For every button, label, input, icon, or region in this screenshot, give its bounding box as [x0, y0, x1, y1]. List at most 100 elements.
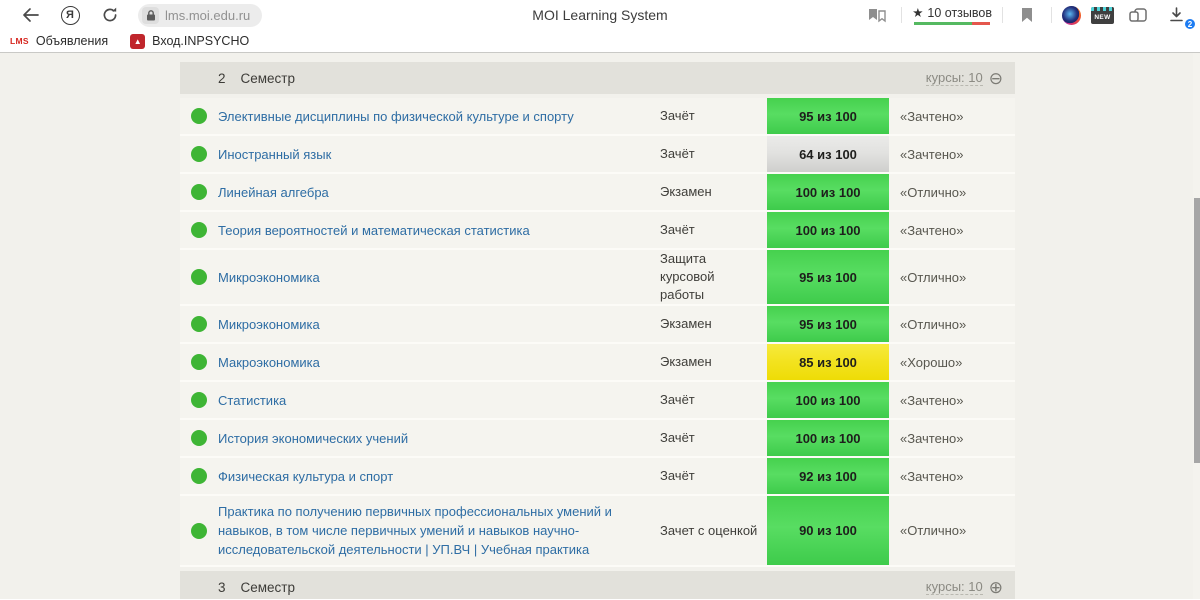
status-dot-icon: [191, 108, 207, 124]
course-link[interactable]: Физическая культура и спорт: [218, 469, 393, 484]
yandex-logo-icon: Я: [60, 5, 80, 25]
lms-favicon: LMS: [10, 36, 29, 46]
status-dot-icon: [191, 184, 207, 200]
divider: [901, 7, 903, 23]
extension-new-icon[interactable]: NEW: [1091, 6, 1114, 24]
grade-text: «Зачтено»: [900, 430, 964, 446]
divider: [1002, 7, 1003, 23]
yandex-home-button[interactable]: Я: [56, 3, 84, 27]
collections-flags-icon: [869, 9, 886, 23]
score-badge: 100 из 100: [767, 212, 889, 248]
bookmark-button[interactable]: [1013, 3, 1041, 27]
semester-2-header: 2 Семестр курсы: 10 ⊖: [180, 62, 1015, 94]
grade-text: «Зачтено»: [900, 468, 964, 484]
assessment-type: Экзамен: [660, 316, 712, 331]
assessment-type: Зачёт: [660, 146, 695, 161]
status-cell: [180, 522, 218, 539]
assessment-type: Зачёт: [660, 222, 695, 237]
extension-browser-icon[interactable]: [1062, 5, 1081, 25]
course-link[interactable]: Практика по получению первичных професси…: [218, 504, 612, 557]
assessment-type: Экзамен: [660, 184, 712, 199]
rating-bar: [914, 22, 991, 25]
status-dot-icon: [191, 316, 207, 332]
score-badge: 100 из 100: [767, 420, 889, 456]
bookmark-item-announcements[interactable]: LMS Объявления: [10, 34, 108, 48]
status-cell: [180, 316, 218, 332]
status-dot-icon: [191, 354, 207, 370]
tab-groups-button[interactable]: [1124, 3, 1152, 27]
table-row: Статистика Зачёт 100 из 100 «Зачтено»: [180, 382, 1015, 420]
status-cell: [180, 146, 218, 162]
score-badge: 64 из 100: [767, 136, 889, 172]
back-button[interactable]: [16, 3, 44, 27]
star-icon: ★: [912, 6, 924, 20]
status-cell: [180, 354, 218, 370]
grade-text: «Отлично»: [900, 184, 967, 200]
score-badge: 90 из 100: [767, 496, 889, 565]
browser-toolbar: Я lms.moi.edu.ru MOI Learning System ★ 1…: [0, 0, 1200, 30]
course-link[interactable]: Микроэкономика: [218, 270, 320, 285]
refresh-button[interactable]: [96, 3, 124, 27]
status-dot-icon: [191, 522, 207, 539]
course-link[interactable]: Микроэкономика: [218, 317, 320, 332]
scrollbar-track[interactable]: [1193, 53, 1200, 599]
download-count-badge: 2: [1184, 18, 1196, 30]
status-cell: [180, 108, 218, 124]
score-badge: 100 из 100: [767, 382, 889, 418]
refresh-icon: [103, 7, 117, 22]
status-cell: [180, 430, 218, 446]
downloads-button[interactable]: 2: [1162, 3, 1196, 30]
bookmark-icon: [1022, 8, 1032, 22]
bookmarks-bar: LMS Объявления ▲ Вход.INPSYCHO: [0, 30, 1200, 53]
assessment-type: Зачёт: [660, 108, 695, 123]
course-link[interactable]: История экономических учений: [218, 431, 408, 446]
course-link[interactable]: Статистика: [218, 393, 286, 408]
course-link[interactable]: Иностранный язык: [218, 147, 331, 162]
status-cell: [180, 392, 218, 408]
collapse-icon[interactable]: ⊖: [989, 70, 1003, 87]
grade-text: «Отлично»: [900, 316, 967, 332]
table-row: Микроэкономика Защита курсовой работы 95…: [180, 250, 1015, 306]
table-row: История экономических учений Зачёт 100 и…: [180, 420, 1015, 458]
collections-button[interactable]: [863, 3, 891, 27]
download-icon: [1169, 7, 1183, 22]
table-row: Линейная алгебра Экзамен 100 из 100 «Отл…: [180, 174, 1015, 212]
courses-count-link[interactable]: курсы: 10: [925, 70, 983, 86]
lock-icon[interactable]: [142, 6, 159, 24]
score-badge: 95 из 100: [767, 98, 889, 134]
reviews-count-label: 10 отзывов: [927, 5, 992, 20]
assessment-type: Защита курсовой работы: [660, 251, 715, 302]
grade-text: «Зачтено»: [900, 222, 964, 238]
course-link[interactable]: Линейная алгебра: [218, 185, 329, 200]
courses-count-link[interactable]: курсы: 10: [925, 579, 983, 595]
score-badge: 95 из 100: [767, 306, 889, 342]
address-bar[interactable]: lms.moi.edu.ru: [138, 3, 263, 27]
table-row: Физическая культура и спорт Зачёт 92 из …: [180, 458, 1015, 496]
status-cell: [180, 222, 218, 238]
divider: [1051, 7, 1052, 23]
course-link[interactable]: Теория вероятностей и математическая ста…: [218, 223, 530, 238]
assessment-type: Зачет с оценкой: [660, 522, 758, 538]
bookmark-item-inpsycho[interactable]: ▲ Вход.INPSYCHO: [130, 33, 249, 49]
scrollbar-thumb[interactable]: [1194, 198, 1200, 463]
course-link[interactable]: Элективные дисциплины по физической куль…: [218, 109, 574, 124]
back-arrow-icon: [22, 8, 39, 22]
course-link[interactable]: Макроэкономика: [218, 355, 320, 370]
course-rows: Элективные дисциплины по физической куль…: [180, 98, 1015, 567]
site-reviews-button[interactable]: ★ 10 отзывов: [912, 5, 992, 25]
status-cell: [180, 468, 218, 484]
status-dot-icon: [191, 269, 207, 285]
grade-text: «Зачтено»: [900, 392, 964, 408]
assessment-type: Зачёт: [660, 430, 695, 445]
table-row: Макроэкономика Экзамен 85 из 100 «Хорошо…: [180, 344, 1015, 382]
table-row: Микроэкономика Экзамен 95 из 100 «Отличн…: [180, 306, 1015, 344]
score-badge: 100 из 100: [767, 174, 889, 210]
grade-text: «Отлично»: [900, 269, 967, 285]
url-text: lms.moi.edu.ru: [165, 7, 251, 23]
assessment-type: Зачёт: [660, 392, 695, 407]
grade-text: «Зачтено»: [900, 146, 964, 162]
table-row: Иностранный язык Зачёт 64 из 100 «Зачтен…: [180, 136, 1015, 174]
score-badge: 85 из 100: [767, 344, 889, 380]
expand-icon[interactable]: ⊕: [989, 579, 1003, 596]
table-row: Практика по получению первичных професси…: [180, 496, 1015, 567]
